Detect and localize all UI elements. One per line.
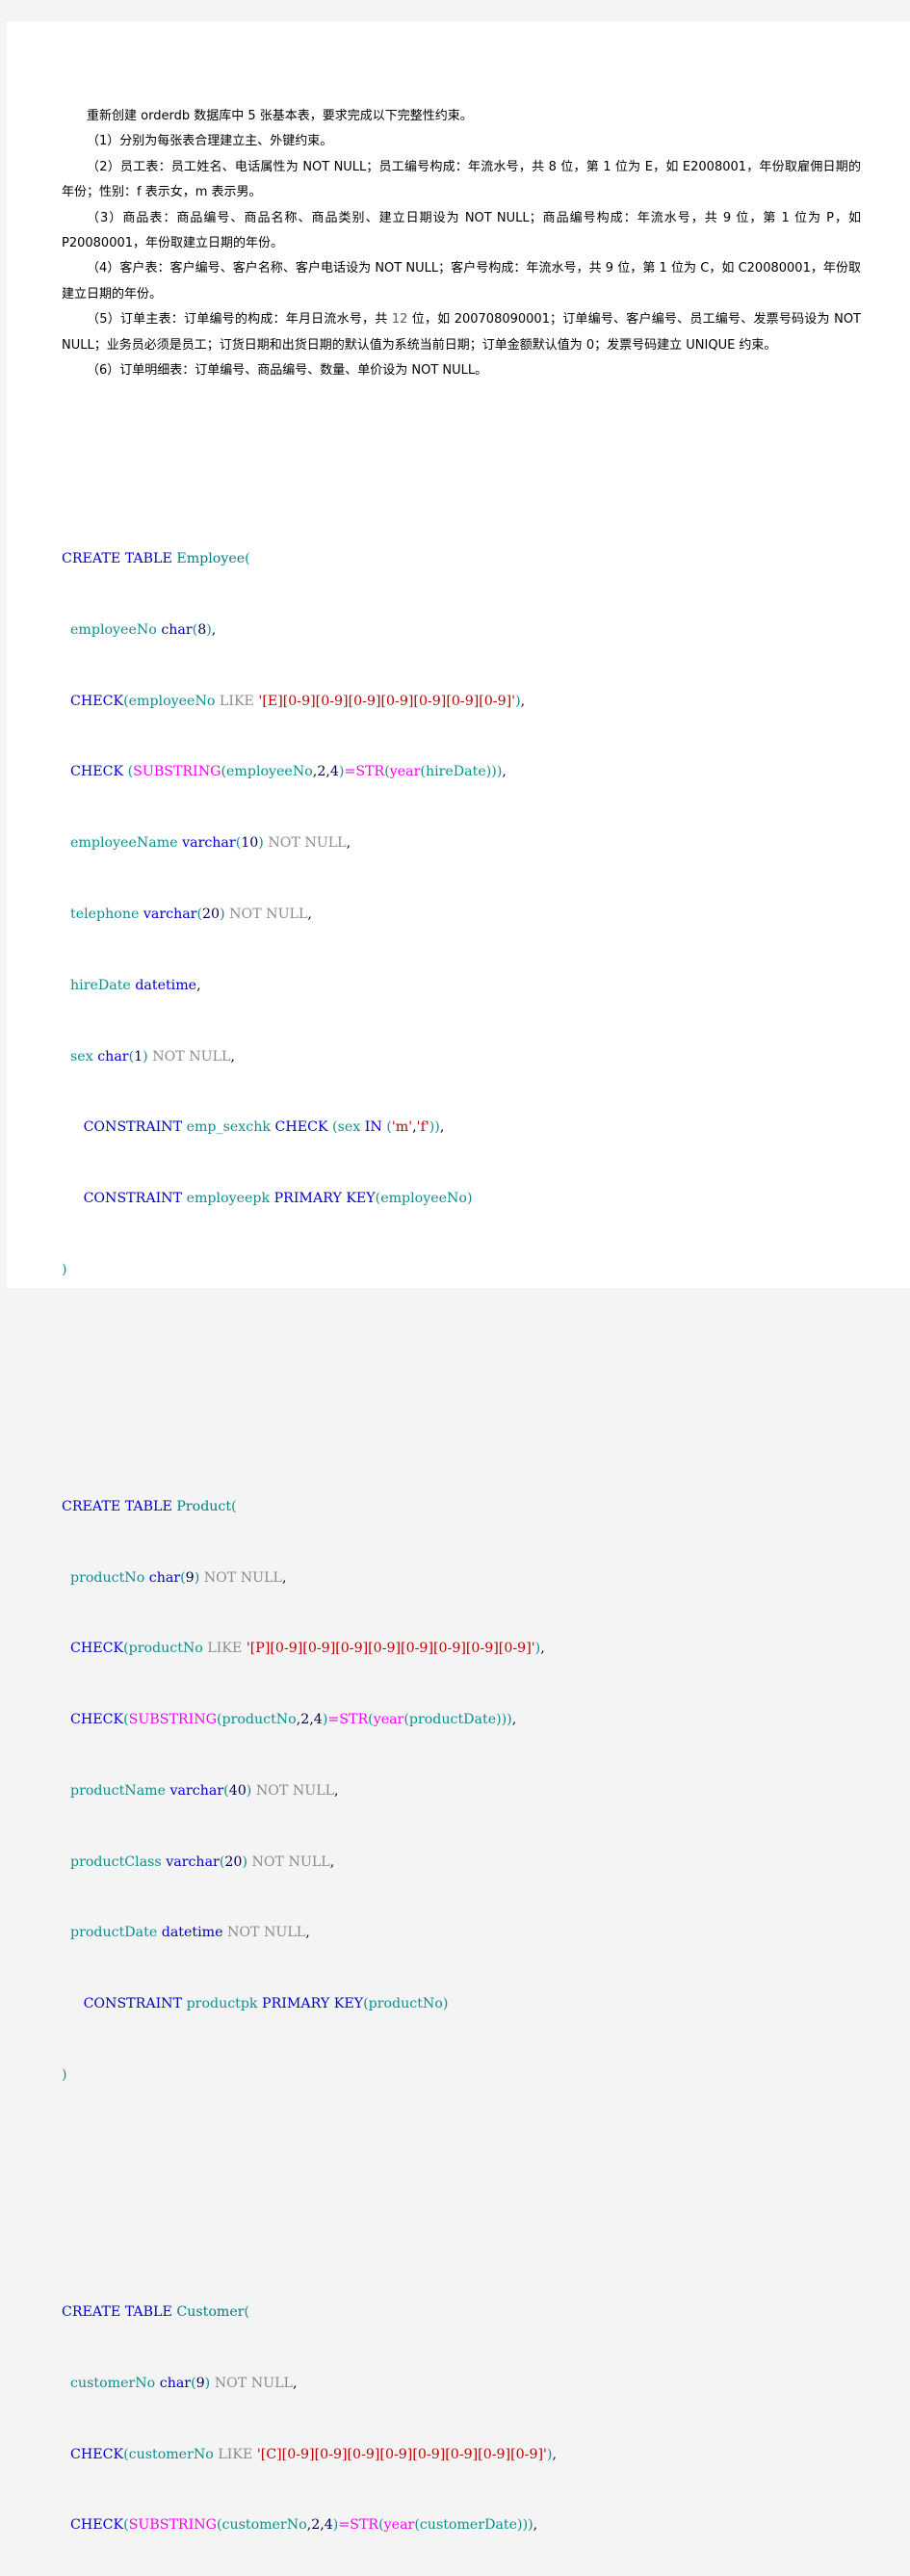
sql-keyword-create-table: CREATE TABLE [62, 1498, 177, 1514]
paragraph-item-5-digit-count: 12 [391, 312, 408, 328]
sql-line: productNo char(9) NOT NULL, [70, 1569, 287, 1586]
paragraph-item-5-part-a: （5）订单主表：订单编号的构成：年月日流水号，共 [87, 312, 392, 328]
paragraph-intro: 重新创建 orderdb 数据库中 5 张基本表，要求完成以下完整性约束。 [87, 109, 473, 123]
sql-keyword-create-table: CREATE TABLE [62, 551, 177, 567]
sql-block-employee: CREATE TABLE Employee( employeeNo char(8… [62, 500, 861, 1329]
sql-line: CHECK (SUBSTRING(employeeNo,2,4)=STR(yea… [70, 764, 507, 780]
requirements-section: 重新创建 orderdb 数据库中 5 张基本表，要求完成以下完整性约束。 （1… [62, 104, 861, 383]
page-content: 重新创建 orderdb 数据库中 5 张基本表，要求完成以下完整性约束。 （1… [62, 104, 861, 2576]
sql-block-customer: CREATE TABLE Customer( customerNo char(9… [62, 2253, 861, 2576]
sql-line: productDate datetime NOT NULL, [70, 1925, 310, 1941]
paragraph-item-3: （3）商品表：商品编号、商品名称、商品类别、建立日期设为 NOT NULL；商品… [62, 210, 861, 251]
sql-code-listing: CREATE TABLE Employee( employeeNo char(8… [62, 405, 861, 2576]
sql-keyword-create-table: CREATE TABLE [62, 2303, 177, 2320]
sql-line-create-product: CREATE TABLE Product( [62, 1495, 861, 1519]
document-page: 重新创建 orderdb 数据库中 5 张基本表，要求完成以下完整性约束。 （1… [7, 21, 910, 2533]
sql-line-create-customer: CREATE TABLE Customer( [62, 2300, 861, 2325]
sql-open-paren: ( [245, 551, 250, 567]
sql-line: CHECK(employeeNo LIKE '[E][0-9][0-9][0-9… [70, 693, 526, 709]
paragraph-item-6: （6）订单明细表：订单编号、商品编号、数量、单价设为 NOT NULL。 [87, 363, 488, 379]
sql-table-name-employee: Employee [176, 551, 246, 567]
sql-line: ) [62, 1261, 67, 1277]
paragraph-item-4: （4）客户表：客户编号、客户名称、客户电话设为 NOT NULL；客户号构成：年… [62, 261, 861, 302]
sql-block-product: CREATE TABLE Product( productNo char(9) … [62, 1448, 861, 2135]
sql-line: employeeName varchar(10) NOT NULL, [70, 835, 351, 852]
sql-open-paren: ( [244, 2303, 250, 2320]
sql-line-create-employee: CREATE TABLE Employee( [62, 547, 861, 571]
paragraph-item-5: （5）订单主表：订单编号的构成：年月日流水号，共 12 位，如 20070809… [62, 307, 861, 358]
sql-line: productName varchar(40) NOT NULL, [70, 1782, 339, 1799]
sql-open-paren: ( [231, 1498, 237, 1514]
sql-line: CONSTRAINT emp_sexchk CHECK (sex IN ('m'… [83, 1119, 445, 1136]
sql-line: CONSTRAINT productpk PRIMARY KEY(product… [83, 1996, 449, 2012]
sql-table-name-customer: Customer [176, 2303, 245, 2320]
sql-line: productClass varchar(20) NOT NULL, [70, 1853, 335, 1870]
paragraph-item-2: （2）员工表：员工姓名、电话属性为 NOT NULL；员工编号构成：年流水号，共… [62, 159, 861, 200]
sql-line: ) [62, 2067, 67, 2084]
sql-line: CONSTRAINT employeepk PRIMARY KEY(employ… [83, 1191, 473, 1207]
paragraph-item-1: （1）分别为每张表合理建立主、外键约束。 [87, 134, 333, 149]
sql-line: telephone varchar(20) NOT NULL, [70, 906, 312, 922]
sql-line: CHECK(SUBSTRING(customerNo,2,4)=STR(year… [70, 2517, 538, 2534]
sql-table-name-product: Product [176, 1498, 232, 1514]
sql-line: employeeNo char(8), [70, 621, 217, 638]
sql-line: sex char(1) NOT NULL, [70, 1048, 235, 1065]
sql-line: customerNo char(9) NOT NULL, [70, 2375, 298, 2391]
sql-line: CHECK(SUBSTRING(productNo,2,4)=STR(year(… [70, 1712, 517, 1728]
sql-line: CHECK(customerNo LIKE '[C][0-9][0-9][0-9… [70, 2446, 557, 2462]
sql-line: CHECK(productNo LIKE '[P][0-9][0-9][0-9]… [70, 1641, 545, 1657]
sql-line: hireDate datetime, [70, 977, 201, 993]
